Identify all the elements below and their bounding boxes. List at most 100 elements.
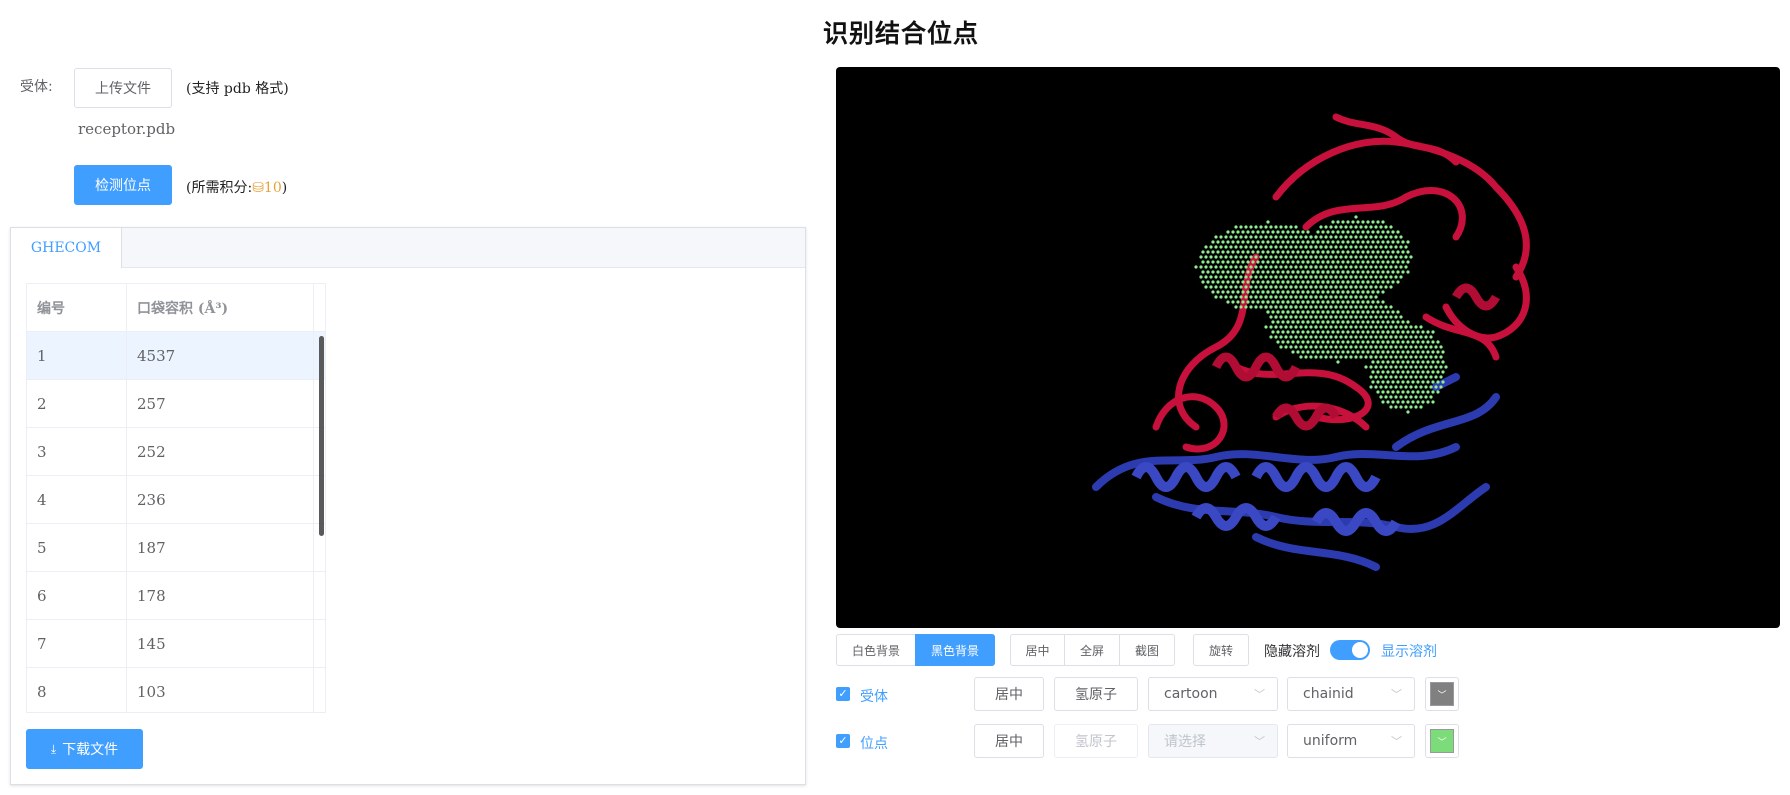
pocket-point	[1344, 295, 1348, 299]
pocket-point	[1281, 260, 1285, 264]
table-row[interactable]: 4 236	[27, 476, 325, 524]
table-scrollbar[interactable]	[319, 336, 324, 536]
table-row[interactable]: 1 4537	[27, 332, 325, 380]
pocket-point	[1401, 240, 1405, 244]
pocket-point	[1341, 260, 1345, 264]
table-row[interactable]: 7 145	[27, 620, 325, 668]
pocket-point	[1326, 340, 1330, 344]
pocket-point	[1336, 360, 1340, 364]
pocket-point	[1439, 345, 1443, 349]
pocket-point	[1374, 275, 1378, 279]
pocket-point	[1366, 300, 1370, 304]
pocket-point	[1216, 260, 1220, 264]
pocket-point	[1234, 295, 1238, 299]
pocket-point	[1429, 365, 1433, 369]
tab-ghecom[interactable]: GHECOM	[11, 228, 122, 268]
receptor-color-picker[interactable]: ﹀	[1425, 677, 1459, 711]
upload-file-button[interactable]: 上传文件	[74, 68, 172, 108]
pocket-point	[1294, 335, 1298, 339]
pocket-point	[1284, 345, 1288, 349]
pocket-point	[1301, 290, 1305, 294]
site-layer-label[interactable]: 位点	[860, 733, 888, 753]
pocket-point	[1304, 245, 1308, 249]
pocket-point	[1349, 325, 1353, 329]
pocket-point	[1429, 375, 1433, 379]
pocket-point	[1306, 240, 1310, 244]
column-header-id[interactable]: 编号	[27, 284, 127, 331]
pocket-point	[1336, 220, 1340, 224]
pocket-point	[1391, 250, 1395, 254]
pocket-point	[1369, 315, 1373, 319]
pocket-point	[1419, 345, 1423, 349]
pocket-point	[1356, 250, 1360, 254]
pocket-point	[1401, 350, 1405, 354]
rotate-button[interactable]: 旋转	[1193, 634, 1249, 666]
pocket-point	[1429, 345, 1433, 349]
pocket-point	[1321, 300, 1325, 304]
pocket-point	[1396, 240, 1400, 244]
pocket-point	[1359, 355, 1363, 359]
receptor-layer-checkbox[interactable]: ✓	[836, 687, 850, 701]
pocket-point	[1221, 290, 1225, 294]
pocket-point	[1436, 390, 1440, 394]
pocket-point	[1289, 325, 1293, 329]
pocket-point	[1386, 370, 1390, 374]
solvent-toggle-switch[interactable]	[1330, 640, 1370, 660]
table-row[interactable]: 3 252	[27, 428, 325, 476]
table-row[interactable]: 8 103	[27, 668, 325, 712]
fullscreen-button[interactable]: 全屏	[1064, 634, 1120, 666]
pocket-point	[1211, 240, 1215, 244]
pocket-point	[1391, 390, 1395, 394]
detect-sites-button[interactable]: 检测位点	[74, 165, 172, 205]
show-solvent-label[interactable]: 显示溶剂	[1381, 641, 1437, 661]
black-background-button[interactable]: 黑色背景	[915, 634, 995, 666]
receptor-color-scheme-select[interactable]: chainid ﹀	[1287, 677, 1415, 711]
screenshot-button[interactable]: 截图	[1119, 634, 1175, 666]
pocket-point	[1286, 300, 1290, 304]
pocket-point	[1381, 370, 1385, 374]
pocket-point	[1324, 245, 1328, 249]
white-background-button[interactable]: 白色背景	[836, 634, 916, 666]
site-hydrogens-button[interactable]: 氢原子	[1054, 724, 1138, 758]
pocket-point	[1354, 315, 1358, 319]
pocket-point	[1211, 270, 1215, 274]
center-view-button[interactable]: 居中	[1010, 634, 1065, 666]
pocket-point	[1274, 335, 1278, 339]
pocket-point	[1276, 250, 1280, 254]
site-style-select[interactable]: 请选择 ﹀	[1148, 724, 1278, 758]
pocket-point	[1259, 235, 1263, 239]
pocket-point	[1266, 280, 1270, 284]
molecule-viewer[interactable]	[836, 67, 1780, 628]
pocket-point	[1201, 250, 1205, 254]
table-row[interactable]: 5 187	[27, 524, 325, 572]
receptor-layer-label[interactable]: 受体	[860, 686, 888, 706]
table-row[interactable]: 6 178	[27, 572, 325, 620]
receptor-style-select[interactable]: cartoon ﹀	[1148, 677, 1278, 711]
hide-solvent-label[interactable]: 隐藏溶剂	[1264, 641, 1320, 661]
pocket-point	[1286, 250, 1290, 254]
pocket-point	[1256, 260, 1260, 264]
site-color-scheme-select[interactable]: uniform ﹀	[1287, 724, 1415, 758]
table-row[interactable]: 2 257	[27, 380, 325, 428]
pocket-point	[1359, 345, 1363, 349]
pocket-point	[1316, 310, 1320, 314]
download-file-button[interactable]: ⤓ 下载文件	[26, 729, 143, 769]
pocket-point	[1384, 305, 1388, 309]
site-center-button[interactable]: 居中	[974, 724, 1044, 758]
pocket-point	[1384, 255, 1388, 259]
pocket-point	[1221, 280, 1225, 284]
receptor-hydrogens-button[interactable]: 氢原子	[1054, 677, 1138, 711]
site-layer-checkbox[interactable]: ✓	[836, 734, 850, 748]
pocket-point	[1311, 310, 1315, 314]
pocket-point	[1386, 310, 1390, 314]
pocket-point	[1394, 235, 1398, 239]
pocket-point	[1309, 335, 1313, 339]
site-color-picker[interactable]: ﹀	[1425, 724, 1459, 758]
pocket-point	[1256, 280, 1260, 284]
pocket-point	[1379, 385, 1383, 389]
receptor-center-button[interactable]: 居中	[974, 677, 1044, 711]
column-header-volume[interactable]: 口袋容积 (Å³)	[127, 284, 314, 331]
pocket-point	[1329, 305, 1333, 309]
pocket-point	[1331, 270, 1335, 274]
pocket-point	[1284, 275, 1288, 279]
